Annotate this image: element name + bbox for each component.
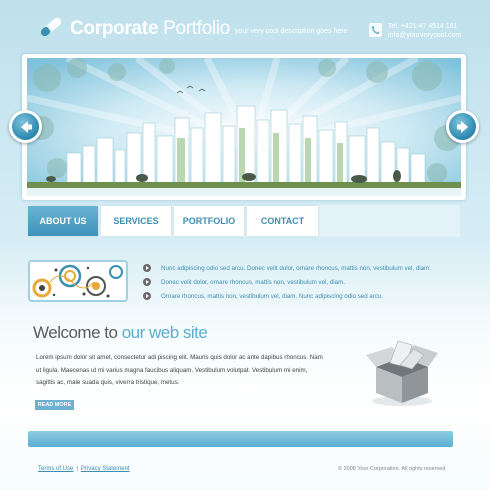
site-title[interactable]: Corporate Portfolio xyxy=(70,18,230,40)
feature-image xyxy=(28,260,128,302)
footer-bar xyxy=(28,431,453,447)
feature-text: Ornare rhoncus, mattis non, vestibulum v… xyxy=(161,292,384,300)
feature-item: Nunc adipiscing odio sed arcu. Donec vel… xyxy=(143,263,431,273)
footer-links: Terms of Use | Privacy Statement xyxy=(38,466,130,472)
feature-item: Ornare rhoncus, mattis non, vestibulum v… xyxy=(143,291,383,301)
banner-image xyxy=(27,58,461,196)
read-more-button[interactable]: READ MORE xyxy=(35,400,74,410)
box-icon xyxy=(362,333,442,408)
copyright-text: © 2008 Your Corporation. All rights rese… xyxy=(338,466,446,472)
brand-light: Portfolio xyxy=(163,18,231,39)
nav-tab-contact[interactable]: CONTACT xyxy=(247,206,318,236)
arrow-right-icon xyxy=(456,120,468,133)
bullet-arrow-icon xyxy=(143,292,151,300)
bullet-arrow-icon xyxy=(143,264,151,272)
terms-of-use-link[interactable]: Terms of Use xyxy=(38,466,73,472)
paragraph-line: sagittis ac, male suada quis, viverra tr… xyxy=(36,379,180,386)
welcome-paragraph: Lorem ipsum dolor sit amet, consectetur … xyxy=(36,352,366,390)
paragraph-line: Lorem ipsum dolor sit amet, consectetur … xyxy=(36,354,323,361)
privacy-statement-link[interactable]: Privacy Statement xyxy=(81,466,130,472)
nav-tab-portfolio[interactable]: PORTFOLIO xyxy=(174,206,244,236)
next-slide-button[interactable] xyxy=(446,110,479,143)
feature-text: Donec velit dolor, ornare rhoncus, matti… xyxy=(161,278,345,286)
contact-info: Tel. +421 47 4514 161 info@yourverycool.… xyxy=(388,22,461,40)
feature-item: Donec velit dolor, ornare rhoncus, matti… xyxy=(143,277,345,287)
tagline: your very cool description goes here xyxy=(235,28,348,35)
nav-tab-services[interactable]: SERVICES xyxy=(101,206,171,236)
link-separator: | xyxy=(76,466,78,472)
arrow-left-icon xyxy=(20,120,32,133)
feature-text: Nunc adipiscing odio sed arcu. Donec vel… xyxy=(161,264,431,272)
nav-tab-about-us[interactable]: ABOUT US xyxy=(28,206,98,236)
logo-icon xyxy=(36,12,66,42)
welcome-heading-accent: our web site xyxy=(121,323,208,342)
phone-icon xyxy=(369,23,382,37)
welcome-heading: Welcome to our web site xyxy=(33,323,208,343)
bullet-arrow-icon xyxy=(143,278,151,286)
email-address[interactable]: info@yourverycool.com xyxy=(388,31,461,40)
paragraph-line: ut ligula. Maecenas ut mi varius magna f… xyxy=(36,366,308,374)
welcome-heading-dark: Welcome to xyxy=(33,323,118,342)
prev-slide-button[interactable] xyxy=(9,110,42,143)
phone-number: Tel. +421 47 4514 161 xyxy=(388,23,458,30)
brand-bold: Corporate xyxy=(70,18,159,39)
